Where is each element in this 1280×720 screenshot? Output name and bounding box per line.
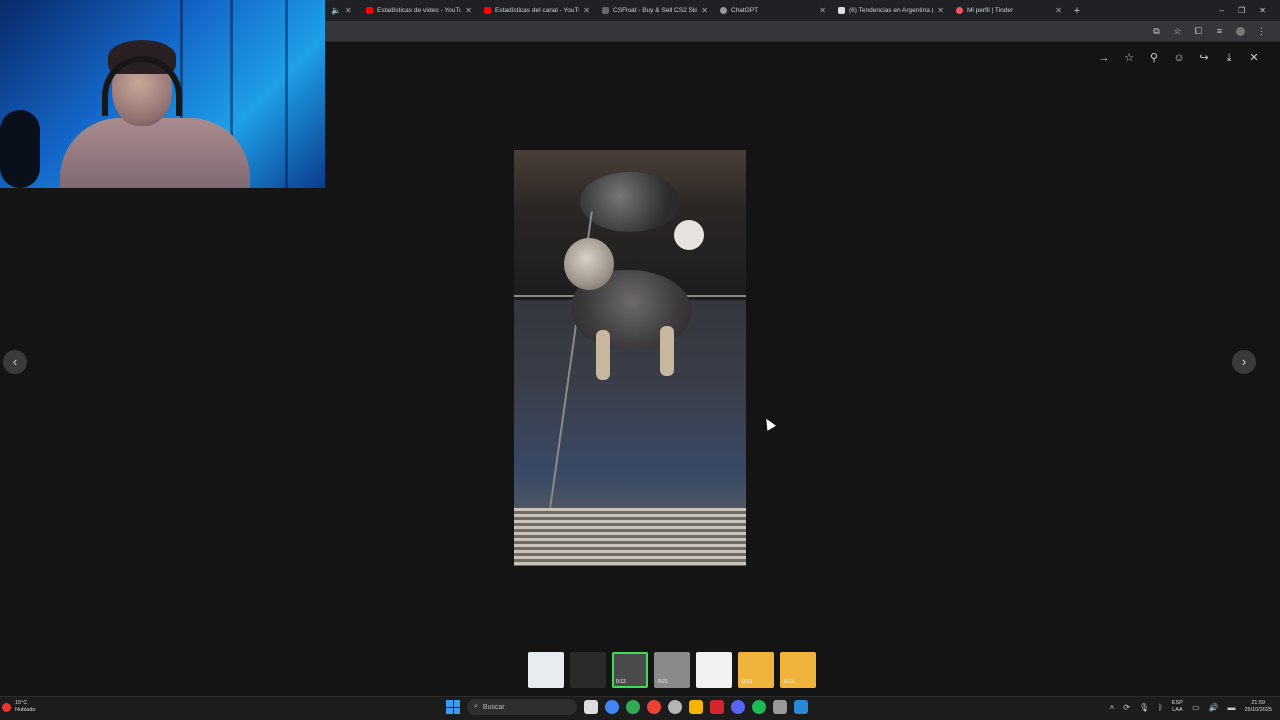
system-tray: ˄ ⟳ 🎙 ᛒ ESP LAA ▭ 🔊 ▬ 21:59 25/10/2025	[1110, 700, 1272, 714]
next-button[interactable]: ›	[1232, 350, 1256, 374]
taskbar-search[interactable]: ⌕ Buscar	[467, 699, 577, 715]
previous-button[interactable]: ‹	[3, 350, 27, 374]
clock[interactable]: 21:59 25/10/2025	[1244, 700, 1272, 714]
media-control-icon[interactable]: ≡	[1215, 26, 1224, 36]
tab-x-trends[interactable]: (6) Tendencias en Argentina (E ✕	[832, 0, 950, 21]
pin-icon[interactable]: ⚲	[1148, 51, 1160, 65]
tab-channel-stats[interactable]: Estadísticas del canal - YouTub ✕	[478, 0, 596, 21]
new-tab-button[interactable]: +	[1068, 5, 1086, 17]
x-icon	[838, 7, 845, 14]
sync-icon[interactable]: ⟳	[1123, 703, 1130, 712]
chevron-up-icon[interactable]: ˄	[1110, 703, 1115, 712]
viewer-actions: → ☆ ⚲ ☺ ↪ ⤓ ✕	[1098, 51, 1260, 65]
dog-reflection	[580, 172, 680, 232]
dog-tail	[674, 220, 704, 250]
install-app-icon[interactable]: ⧉	[1152, 26, 1161, 36]
chrome-icon[interactable]	[605, 700, 619, 714]
windows-start-icon[interactable]	[446, 700, 460, 714]
close-tab-icon[interactable]: ✕	[937, 6, 944, 15]
close-tab-icon[interactable]: ✕	[701, 6, 708, 15]
bluetooth-icon[interactable]: ᛒ	[1158, 703, 1163, 712]
profile-avatar-icon[interactable]	[1236, 26, 1245, 36]
browser-toolbar: ⧉ ☆ ⧠ ≡ ⋮	[325, 21, 1280, 42]
adobe-icon[interactable]	[710, 700, 724, 714]
tab-csfloat[interactable]: CSFloat - Buy & Sell CS2 Skins ✕	[596, 0, 714, 21]
elevator-threshold	[514, 508, 746, 566]
extensions-icon[interactable]: ⧠	[1194, 26, 1203, 36]
close-tab-icon[interactable]: ✕	[1055, 6, 1062, 15]
volume-icon[interactable]: 🔊	[1209, 703, 1219, 712]
chair	[0, 110, 40, 188]
youtube-icon	[366, 7, 373, 14]
forward-icon[interactable]: →	[1098, 51, 1110, 65]
thumbnail[interactable]	[696, 652, 732, 688]
dog-head	[564, 238, 614, 290]
bookmark-star-icon[interactable]: ☆	[1173, 26, 1182, 36]
close-tab-icon[interactable]: ✕	[583, 6, 590, 15]
media-video[interactable]	[514, 150, 746, 566]
chrome-alt-icon[interactable]	[647, 700, 661, 714]
taskbar: 15°C Nublado ⌕ Buscar ˄ ⟳ 🎙 ᛒ ESP LAA ▭ …	[0, 696, 1280, 720]
window-controls: – ❐ ✕	[1220, 6, 1280, 15]
menu-icon[interactable]: ⋮	[1257, 26, 1266, 36]
dog-leg	[660, 326, 674, 376]
star-icon[interactable]: ☆	[1123, 51, 1135, 65]
speaker-icon[interactable]: 🔈	[331, 6, 341, 15]
tab-chatgpt[interactable]: ChatGPT ✕	[714, 0, 832, 21]
emoji-icon[interactable]: ☺	[1173, 51, 1185, 65]
task-view-icon[interactable]	[584, 700, 598, 714]
maximize-button[interactable]: ❐	[1238, 6, 1245, 15]
capcut-icon[interactable]	[773, 700, 787, 714]
weather-condition: Nublado	[15, 707, 36, 713]
time: 21:59	[1251, 700, 1266, 706]
youtube-icon	[484, 7, 491, 14]
streamer-body	[60, 118, 250, 188]
close-icon[interactable]: ✕	[1248, 51, 1260, 65]
webcam-overlay	[0, 0, 325, 188]
tab-tinder[interactable]: Mi perfil | Tinder ✕	[950, 0, 1068, 21]
close-tab-icon[interactable]: ✕	[465, 6, 472, 15]
thumbnail-active[interactable]: 0:12	[612, 652, 648, 688]
search-icon: ⌕	[474, 703, 478, 710]
thumbnail[interactable]: 0:21	[654, 652, 690, 688]
minimize-button[interactable]: –	[1220, 6, 1224, 15]
tinder-icon	[956, 7, 963, 14]
close-tab-icon[interactable]: ✕	[819, 6, 826, 15]
thumbnail-strip: 0:12 0:21 0:23 0:13	[528, 652, 816, 688]
thumbnail[interactable]	[528, 652, 564, 688]
close-tab-icon[interactable]: ✕	[345, 6, 352, 15]
thumbnail[interactable]	[570, 652, 606, 688]
share-icon[interactable]: ↪	[1198, 51, 1210, 65]
search-placeholder: Buscar	[482, 703, 505, 711]
date: 25/10/2025	[1244, 707, 1272, 713]
battery-icon[interactable]: ▬	[1227, 703, 1235, 712]
csfloat-icon	[602, 7, 609, 14]
tab-video-stats[interactable]: Estadísticas de vídeo - YouTub ✕	[360, 0, 478, 21]
wall-detail	[285, 0, 288, 188]
taskbar-center: ⌕ Buscar	[446, 699, 808, 715]
photos-icon[interactable]	[794, 700, 808, 714]
browser-tab-bar: 🔈 ✕ Estadísticas de vídeo - YouTub ✕ Est…	[325, 0, 1280, 21]
weather-temp: 15°C	[15, 700, 28, 706]
mic-icon[interactable]: 🎙	[1139, 703, 1149, 712]
discord-icon[interactable]	[731, 700, 745, 714]
network-icon[interactable]: ▭	[1192, 703, 1200, 712]
language-indicator[interactable]: ESP LAA	[1172, 700, 1183, 714]
download-icon[interactable]: ⤓	[1223, 51, 1235, 65]
thumbnail[interactable]: 0:23	[738, 652, 774, 688]
tab-audio[interactable]: 🔈 ✕	[325, 0, 360, 21]
weather-icon	[2, 702, 11, 712]
close-window-button[interactable]: ✕	[1259, 6, 1266, 15]
github-icon[interactable]	[668, 700, 682, 714]
chatgpt-icon	[720, 7, 727, 14]
mouse-cursor	[761, 416, 777, 431]
spotify-icon[interactable]	[752, 700, 766, 714]
thumbnail[interactable]: 0:13	[780, 652, 816, 688]
dog-leg	[596, 330, 610, 380]
weather-widget[interactable]: 15°C Nublado	[2, 700, 36, 714]
chrome-profile-icon[interactable]	[626, 700, 640, 714]
file-explorer-icon[interactable]	[689, 700, 703, 714]
